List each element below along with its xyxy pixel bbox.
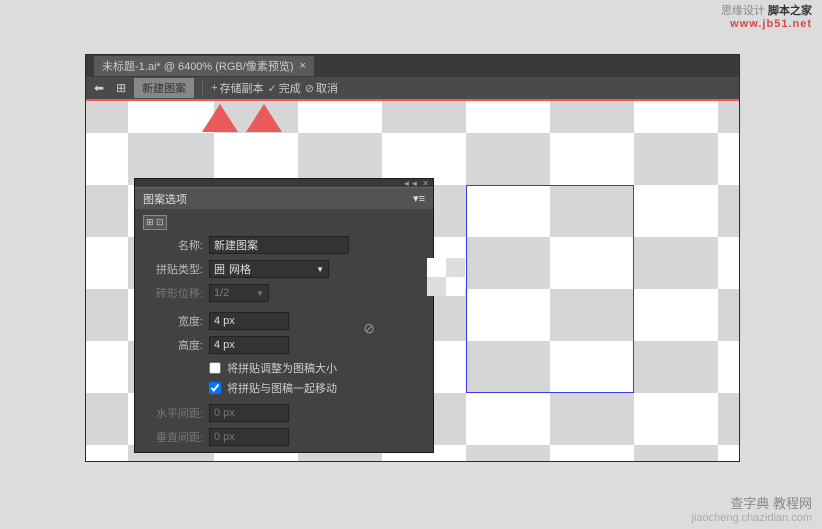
grid-icon[interactable]: ⊞ — [112, 79, 130, 97]
name-input[interactable] — [209, 236, 349, 254]
panel-header: 图案选项 ▾≡ — [135, 187, 433, 209]
tile-type-icon: 囲 — [214, 261, 225, 277]
v-spacing-label: 垂直间距: — [143, 429, 203, 445]
chevron-down-icon: ▼ — [316, 265, 324, 274]
pattern-toggle[interactable]: ⊞ ⊡ — [143, 215, 425, 230]
move-tile-checkbox[interactable] — [209, 382, 221, 394]
chevron-down-icon: ▼ — [256, 289, 264, 298]
plus-icon: + — [211, 82, 217, 94]
watermark-top: 思缘设计 脚本之家 www.jb51.net — [721, 2, 812, 30]
artwork-triangle-2[interactable] — [246, 104, 282, 132]
v-spacing-input — [209, 428, 289, 446]
cancel-button[interactable]: ⊘取消 — [305, 80, 338, 96]
move-tile-label: 将拼贴与图稿一起移动 — [227, 380, 337, 396]
cancel-icon: ⊘ — [305, 82, 314, 95]
artwork-triangle-1[interactable] — [202, 104, 238, 132]
tile-bounds[interactable] — [466, 185, 634, 393]
done-button[interactable]: ✓完成 — [268, 80, 301, 96]
tile-preview — [427, 258, 465, 296]
link-icon[interactable]: ⊘ — [363, 320, 375, 337]
titlebar: 未标题-1.ai* @ 6400% (RGB/像素预览) × — [86, 55, 739, 77]
width-input[interactable] — [209, 312, 289, 330]
pattern-name-label: 新建图案 — [134, 78, 194, 98]
h-spacing-input — [209, 404, 289, 422]
resize-tile-label: 将拼贴调整为图稿大小 — [227, 360, 337, 376]
separator — [202, 80, 203, 96]
tile-type-dropdown[interactable]: 囲 网格 ▼ — [209, 260, 329, 278]
check-icon: ✓ — [268, 82, 277, 95]
document-tab[interactable]: 未标题-1.ai* @ 6400% (RGB/像素预览) × — [94, 56, 314, 76]
switch-icon: ⊞ ⊡ — [143, 215, 167, 230]
panel-menu-icon[interactable]: ▾≡ — [413, 192, 425, 205]
pattern-toolbar: ⬅ ⊞ 新建图案 +存储副本 ✓完成 ⊘取消 — [86, 77, 739, 101]
panel-close-icon[interactable]: ✕ — [422, 179, 429, 188]
tab-title: 未标题-1.ai* @ 6400% (RGB/像素预览) — [102, 58, 293, 74]
height-input[interactable] — [209, 336, 289, 354]
pattern-options-panel: ◄◄ ✕ 图案选项 ▾≡ ⊞ ⊡ 名称: 拼贴类型: 囲 网格 ▼ 砖形位移: … — [134, 178, 434, 453]
back-icon[interactable]: ⬅ — [90, 79, 108, 97]
brick-offset-label: 砖形位移: — [143, 285, 203, 301]
save-copy-button[interactable]: +存储副本 — [211, 80, 263, 96]
brick-offset-dropdown: 1/2 ▼ — [209, 284, 269, 302]
panel-titlebar[interactable]: ◄◄ ✕ — [135, 179, 433, 187]
resize-tile-checkbox[interactable] — [209, 362, 221, 374]
panel-body: ⊞ ⊡ 名称: 拼贴类型: 囲 网格 ▼ 砖形位移: 1/2 ▼ 宽度: ⊘ — [135, 209, 433, 446]
panel-title: 图案选项 — [143, 191, 187, 207]
h-spacing-label: 水平间距: — [143, 405, 203, 421]
watermark-bottom: 查字典 教程网 jiaocheng.chazidian.com — [692, 493, 812, 524]
tile-type-label: 拼贴类型: — [143, 261, 203, 277]
height-label: 高度: — [143, 337, 203, 353]
collapse-icon[interactable]: ◄◄ — [402, 179, 418, 188]
width-label: 宽度: — [143, 313, 203, 329]
close-icon[interactable]: × — [299, 60, 305, 72]
name-label: 名称: — [143, 237, 203, 253]
